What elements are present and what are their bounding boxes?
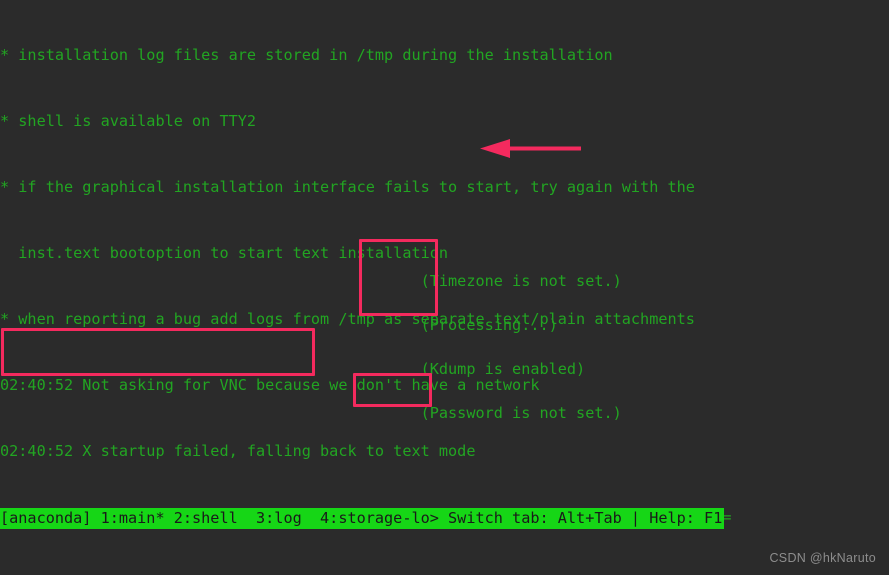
watermark-text: CSDN @hkNaruto [769, 551, 876, 565]
log-line-6: 02:40:52 Not asking for VNC because we d… [0, 376, 540, 394]
terminal-screen: * installation log files are stored in /… [0, 0, 889, 575]
log-line-3: * if the graphical installation interfac… [0, 178, 695, 196]
log-line-1: * installation log files are stored in /… [0, 46, 613, 64]
terminal-text-body: * installation log files are stored in /… [0, 0, 889, 575]
log-line-7: 02:40:52 X startup failed, falling back … [0, 442, 476, 460]
log-line-5: * when reporting a bug add logs from /tm… [0, 310, 695, 328]
log-line-2: * shell is available on TTY2 [0, 112, 257, 130]
status-bar[interactable]: [anaconda] 1:main* 2:shell 3:log 4:stora… [0, 508, 725, 529]
log-line-4: inst.text bootoption to start text insta… [0, 244, 449, 262]
